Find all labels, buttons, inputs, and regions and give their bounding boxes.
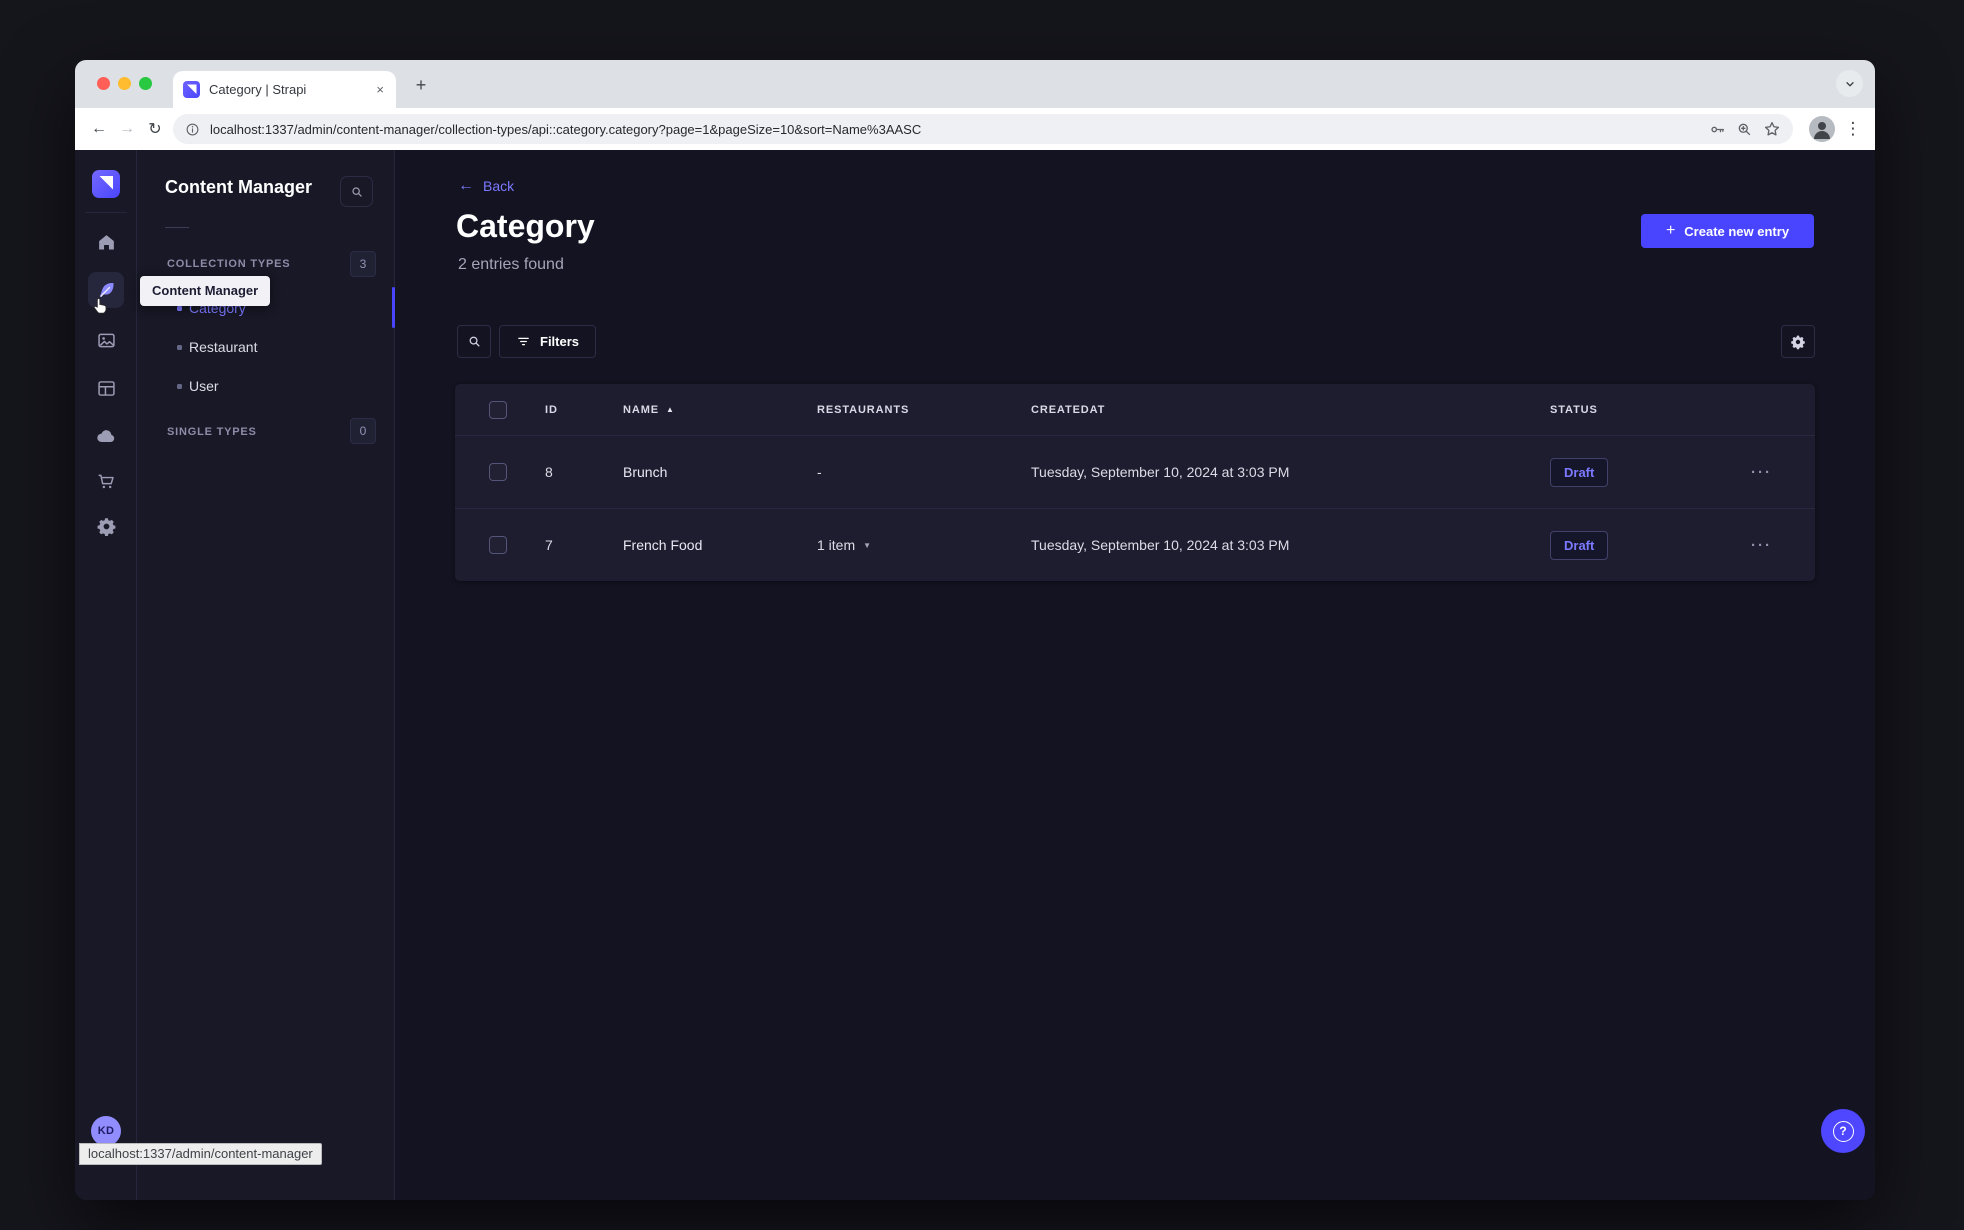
content-manager-tooltip: Content Manager [140,276,271,306]
collection-types-label: COLLECTION TYPES [167,258,291,270]
row-checkbox[interactable] [489,463,507,481]
cell-createdat: Tuesday, September 10, 2024 at 3:03 PM [1031,464,1290,480]
rail-divider [85,212,127,213]
cell-createdat: Tuesday, September 10, 2024 at 3:03 PM [1031,537,1290,553]
new-tab-button[interactable]: + [409,73,433,97]
row-actions-menu[interactable]: ··· [1751,537,1815,554]
filter-icon [516,334,531,349]
entries-table: ID NAME ▲ RESTAURANTS CREATEDAT STATUS 8… [455,384,1815,581]
main-content: ← Back Category 2 entries found + Create… [395,150,1875,1200]
cell-id: 8 [545,464,553,480]
view-settings-button[interactable] [1781,325,1815,358]
strapi-logo[interactable] [92,170,120,198]
subnav-title: Content Manager [165,177,313,197]
browser-tab-strip: Category | Strapi × + [75,60,1875,108]
cloud-icon[interactable] [92,422,120,450]
header-id[interactable]: ID [545,404,623,416]
subnav-divider [165,227,189,228]
back-button[interactable]: ← [85,115,113,143]
marketplace-cart-icon[interactable] [92,467,120,495]
cell-restaurants[interactable]: 1 item ▼ [817,537,1031,553]
media-library-icon[interactable] [92,326,120,354]
password-key-icon[interactable] [1709,121,1726,138]
back-label: Back [483,178,515,194]
single-types-label: SINGLE TYPES [167,426,257,438]
entries-count: 2 entries found [458,256,564,273]
browser-status-bar: localhost:1337/admin/content-manager [79,1143,322,1165]
back-link[interactable]: ← Back [458,177,515,195]
select-all-checkbox[interactable] [489,400,507,419]
strapi-favicon-icon [183,81,200,98]
table-row[interactable]: 8 Brunch - Tuesday, September 10, 2024 a… [455,435,1815,508]
forward-button[interactable]: → [113,115,141,143]
caret-down-icon: ▼ [863,540,872,550]
bullet-icon [177,383,182,389]
sidebar-item-user[interactable]: User [137,371,393,401]
row-checkbox[interactable] [489,536,507,554]
zoom-page-icon[interactable] [1736,121,1753,138]
browser-menu-icon[interactable]: ⋮ [1841,119,1865,139]
content-manager-subnav: Content Manager COLLECTION TYPES 3 Categ… [137,150,395,1200]
bookmark-star-icon[interactable] [1763,120,1781,138]
tab-close-icon[interactable]: × [374,83,386,96]
filters-button[interactable]: Filters [499,325,597,358]
subnav-search-button[interactable] [340,176,373,207]
sidebar-item-restaurant[interactable]: Restaurant [137,332,393,362]
page-title: Category [456,208,595,244]
browser-profile-avatar[interactable] [1809,116,1835,142]
back-arrow-icon: ← [458,177,474,194]
bullet-icon [177,344,182,350]
close-window-button[interactable] [97,77,110,90]
cell-restaurants: - [817,464,822,480]
collection-types-count-badge: 3 [350,251,376,277]
bullet-icon [177,305,182,311]
header-status[interactable]: STATUS [1550,404,1751,416]
table-header-row: ID NAME ▲ RESTAURANTS CREATEDAT STATUS [455,384,1815,435]
row-actions-menu[interactable]: ··· [1751,464,1815,481]
sort-asc-icon: ▲ [666,405,675,414]
status-badge: Draft [1550,530,1609,560]
table-row[interactable]: 7 French Food 1 item ▼ Tuesday, Septembe… [455,508,1815,581]
strapi-app: KD Content Manager COLLECTION TYPES 3 Ca… [75,150,1875,1200]
help-button[interactable]: ? [1821,1109,1865,1153]
url-text[interactable]: localhost:1337/admin/content-manager/col… [210,122,1699,137]
question-mark-icon: ? [1832,1120,1854,1142]
tab-search-chevron-icon[interactable] [1836,70,1863,97]
single-types-count-badge: 0 [350,418,376,444]
browser-window: Category | Strapi × + ← → ↻ localhost:13… [75,60,1875,1200]
browser-toolbar: ← → ↻ localhost:1337/admin/content-manag… [75,108,1875,150]
settings-gear-icon[interactable] [92,512,120,540]
home-icon[interactable] [92,228,120,256]
cell-id: 7 [545,537,553,553]
cell-name: French Food [623,537,703,553]
cell-name: Brunch [623,464,668,480]
reload-button[interactable]: ↻ [141,115,169,143]
header-name[interactable]: NAME ▲ [623,404,817,416]
user-avatar[interactable]: KD [91,1116,121,1146]
header-restaurants[interactable]: RESTAURANTS [817,404,1031,416]
minimize-window-button[interactable] [118,77,131,90]
mouse-cursor [92,297,109,314]
plus-icon: + [1665,221,1676,239]
maximize-window-button[interactable] [139,77,152,90]
table-search-button[interactable] [457,325,491,358]
create-new-entry-button[interactable]: + Create new entry [1641,214,1814,248]
header-createdat[interactable]: CREATEDAT [1031,404,1550,416]
tab-title: Category | Strapi [209,82,307,97]
main-nav-rail: KD [75,150,137,1200]
content-type-builder-icon[interactable] [92,374,120,402]
window-controls [97,77,152,90]
browser-tab[interactable]: Category | Strapi × [173,71,396,108]
address-bar[interactable]: localhost:1337/admin/content-manager/col… [173,114,1793,144]
site-info-icon[interactable] [185,122,200,137]
status-badge: Draft [1550,457,1609,487]
